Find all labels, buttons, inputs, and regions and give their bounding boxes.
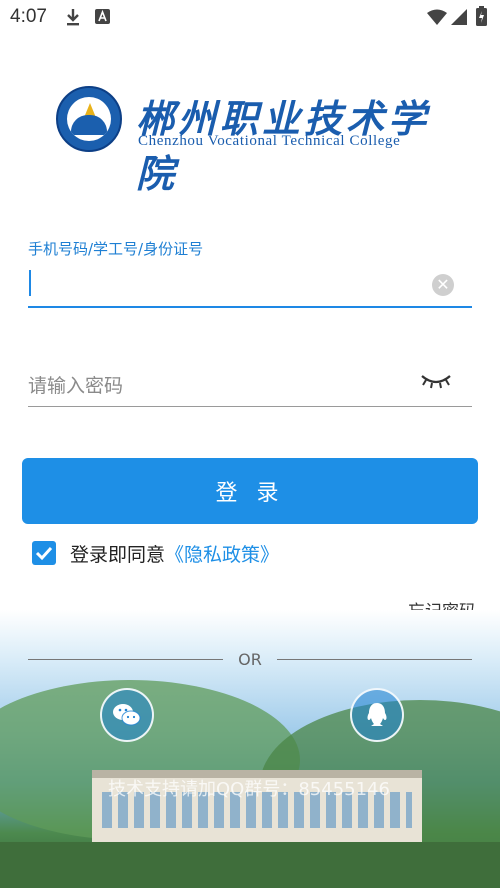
status-bar: 4:07 [0, 0, 500, 34]
download-icon [67, 9, 79, 26]
agreement-row: 登录即同意 《隐私政策》 [32, 538, 279, 568]
qq-icon [367, 703, 387, 726]
wifi-icon [427, 9, 447, 25]
wechat-login-button[interactable] [100, 688, 154, 742]
agreement-checkbox[interactable] [32, 541, 56, 565]
password-placeholder: 请输入密码 [28, 375, 124, 397]
clear-icon[interactable]: ✕ [432, 274, 454, 296]
college-seal [56, 86, 122, 152]
account-label: 手机号码/学工号/身份证号 [28, 240, 204, 258]
battery-icon [476, 6, 487, 26]
qq-login-button[interactable] [350, 688, 404, 742]
a-icon [95, 9, 110, 24]
college-name-en: Chenzhou Vocational Technical College [138, 133, 401, 149]
cellular-icon [451, 9, 467, 25]
password-input[interactable]: 请输入密码 [28, 362, 472, 407]
agreement-text: 登录即同意 [70, 543, 166, 566]
support-watermark: 技术支持请加QQ群号：85455146 [108, 779, 390, 800]
eye-closed-icon[interactable] [420, 370, 452, 390]
login-button[interactable]: 登 录 [22, 458, 478, 524]
or-divider: OR [28, 650, 472, 672]
account-input[interactable]: ✕ [28, 266, 472, 308]
wechat-icon [113, 704, 141, 726]
status-time: 4:07 [10, 6, 47, 27]
text-cursor [29, 270, 31, 296]
college-logo: 郴州职业技术学院 Chenzhou Vocational Technical C… [56, 86, 456, 196]
privacy-policy-link[interactable]: 《隐私政策》 [165, 540, 279, 567]
check-icon [35, 546, 53, 561]
